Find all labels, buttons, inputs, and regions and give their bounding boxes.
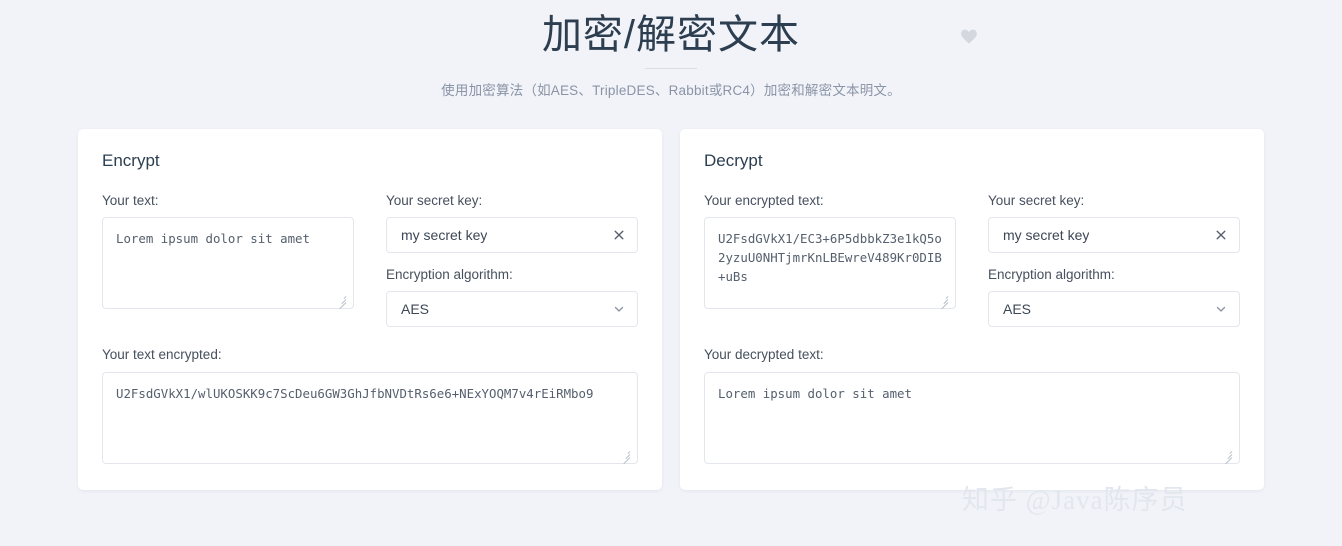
decrypt-algorithm-value: AES (1003, 301, 1032, 318)
encrypt-output-block: Your text encrypted: U2FsdGVkX1/wlUKOSKK… (102, 347, 638, 464)
encrypt-output-label: Your text encrypted: (102, 347, 222, 363)
decrypt-card-title: Decrypt (704, 151, 763, 170)
encrypt-card-title: Encrypt (102, 151, 160, 170)
encrypt-algorithm-select[interactable]: AES (386, 291, 638, 328)
close-icon[interactable] (612, 228, 626, 242)
decrypt-output-label: Your decrypted text: (704, 347, 824, 363)
decrypt-options-column: Your secret key: my secret key Encryptio… (988, 193, 1240, 328)
encrypt-output-text[interactable]: U2FsdGVkX1/wlUKOSKK9c7ScDeu6GW3GhJfbNVDt… (102, 371, 638, 464)
decrypt-field-spacer (988, 253, 1240, 267)
watermark: 知乎 @Java陈序员 (962, 485, 1188, 515)
encrypt-algorithm-value: AES (401, 301, 430, 318)
encrypt-text-input[interactable]: Lorem ipsum dolor sit amet (102, 217, 354, 310)
decrypt-secret-key-label: Your secret key: (988, 193, 1085, 208)
encrypt-secret-key-value: my secret key (401, 227, 488, 244)
decrypt-text-label: Your encrypted text: (704, 193, 824, 208)
encrypt-field-spacer (386, 253, 638, 267)
decrypt-output-block: Your decrypted text: Lorem ipsum dolor s… (704, 347, 1240, 464)
chevron-down-icon[interactable] (613, 303, 625, 315)
cards-container: Encrypt Your text: Lorem ipsum dolor sit… (0, 129, 1342, 490)
encrypt-input-row: Your text: Lorem ipsum dolor sit amet Yo… (102, 193, 638, 328)
title-divider (645, 68, 697, 69)
decrypt-secret-key-value: my secret key (1003, 227, 1090, 244)
encrypt-text-column: Your text: Lorem ipsum dolor sit amet (102, 193, 354, 327)
chevron-down-icon[interactable] (1215, 303, 1227, 315)
decrypt-algorithm-label: Encryption algorithm: (988, 267, 1115, 283)
page-header: 加密/解密文本 使用加密算法（如AES、TripleDES、Rabbit或RC4… (0, 0, 1342, 99)
page-title: 加密/解密文本 (541, 13, 801, 57)
page-subtitle: 使用加密算法（如AES、TripleDES、Rabbit或RC4）加密和解密文本… (441, 83, 901, 98)
decrypt-algorithm-select[interactable]: AES (988, 291, 1240, 328)
encrypt-options-column: Your secret key: my secret key Encryptio… (386, 193, 638, 328)
decrypt-secret-key-input[interactable]: my secret key (988, 217, 1240, 254)
decrypt-card: Decrypt Your encrypted text: U2FsdGVkX1/… (680, 129, 1264, 490)
close-icon[interactable] (1214, 228, 1228, 242)
encrypt-algorithm-label: Encryption algorithm: (386, 267, 513, 283)
decrypt-text-column: Your encrypted text: U2FsdGVkX1/EC3+6P5d… (704, 193, 956, 327)
decrypt-output-text[interactable]: Lorem ipsum dolor sit amet (704, 371, 1240, 464)
encrypt-card: Encrypt Your text: Lorem ipsum dolor sit… (78, 129, 662, 490)
decrypt-input-row: Your encrypted text: U2FsdGVkX1/EC3+6P5d… (704, 193, 1240, 328)
heart-icon[interactable] (958, 25, 980, 47)
decrypt-encrypted-text-input[interactable]: U2FsdGVkX1/EC3+6P5dbbkZ3e1kQ5o2yzuU0NHTj… (704, 217, 956, 310)
encrypt-text-label: Your text: (102, 193, 159, 208)
encrypt-secret-key-input[interactable]: my secret key (386, 217, 638, 254)
encrypt-secret-key-label: Your secret key: (386, 193, 483, 208)
